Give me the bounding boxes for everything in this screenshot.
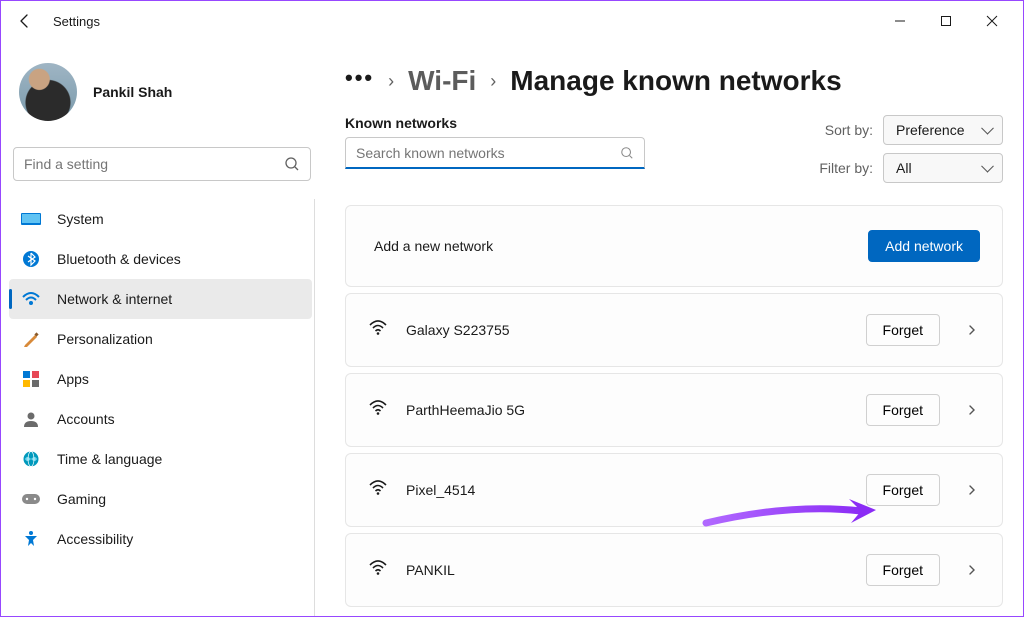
network-list: Add a new network Add network Galaxy S22… [345, 205, 1003, 607]
nav-label: System [57, 211, 104, 227]
network-name: Galaxy S223755 [406, 322, 848, 338]
avatar [19, 63, 77, 121]
sidebar-item-gaming[interactable]: Gaming [9, 479, 312, 519]
forget-button[interactable]: Forget [866, 474, 940, 506]
filter-by-label: Filter by: [819, 160, 873, 176]
settings-search[interactable] [13, 147, 311, 181]
nav-label: Personalization [57, 331, 153, 347]
titlebar: Settings [1, 1, 1023, 41]
nav-label: Apps [57, 371, 89, 387]
minimize-button[interactable] [877, 5, 923, 37]
expand-button[interactable] [964, 322, 980, 338]
sidebar-item-bluetooth[interactable]: Bluetooth & devices [9, 239, 312, 279]
maximize-button[interactable] [923, 5, 969, 37]
wifi-icon [368, 480, 388, 500]
sidebar-item-personalization[interactable]: Personalization [9, 319, 312, 359]
nav-label: Accounts [57, 411, 115, 427]
sidebar-item-time-language[interactable]: Time & language [9, 439, 312, 479]
network-icon [21, 289, 41, 309]
sidebar-item-accounts[interactable]: Accounts [9, 399, 312, 439]
expand-button[interactable] [964, 402, 980, 418]
nav-list: System Bluetooth & devices Network & int… [9, 199, 315, 616]
gaming-icon [21, 489, 41, 509]
add-network-card: Add a new network Add network [345, 205, 1003, 287]
accessibility-icon [21, 529, 41, 549]
content-area: ••• › Wi-Fi › Manage known networks Know… [321, 41, 1023, 616]
network-name: PANKIL [406, 562, 848, 578]
network-row[interactable]: Pixel_4514 Forget [345, 453, 1003, 527]
sidebar-item-apps[interactable]: Apps [9, 359, 312, 399]
wifi-icon [368, 320, 388, 340]
close-button[interactable] [969, 5, 1015, 37]
add-network-title: Add a new network [368, 238, 850, 254]
sort-by-dropdown[interactable]: Preference [883, 115, 1003, 145]
network-row[interactable]: ParthHeemaJio 5G Forget [345, 373, 1003, 447]
forget-button[interactable]: Forget [866, 314, 940, 346]
personalization-icon [21, 329, 41, 349]
chevron-right-icon: › [388, 71, 394, 92]
nav-label: Bluetooth & devices [57, 251, 181, 267]
search-input[interactable] [24, 156, 284, 172]
network-row[interactable]: PANKIL Forget [345, 533, 1003, 607]
accounts-icon [21, 409, 41, 429]
forget-button[interactable]: Forget [866, 554, 940, 586]
network-name: Pixel_4514 [406, 482, 848, 498]
known-networks-search[interactable] [345, 137, 645, 169]
network-row[interactable]: Galaxy S223755 Forget [345, 293, 1003, 367]
user-name: Pankil Shah [93, 84, 172, 100]
breadcrumb-current: Manage known networks [510, 65, 841, 97]
wifi-icon [368, 400, 388, 420]
search-icon [620, 146, 634, 160]
expand-button[interactable] [964, 482, 980, 498]
bluetooth-icon [21, 249, 41, 269]
nav-label: Accessibility [57, 531, 133, 547]
breadcrumb-overflow[interactable]: ••• [345, 65, 374, 97]
sidebar-item-network[interactable]: Network & internet [9, 279, 312, 319]
nav-label: Network & internet [57, 291, 172, 307]
sort-by-label: Sort by: [825, 122, 873, 138]
chevron-right-icon: › [490, 71, 496, 92]
breadcrumb-wifi[interactable]: Wi-Fi [408, 65, 476, 97]
breadcrumb: ••• › Wi-Fi › Manage known networks [345, 65, 1003, 97]
sidebar: Pankil Shah System Bluetooth & devices N… [1, 41, 321, 616]
apps-icon [21, 369, 41, 389]
filter-by-dropdown[interactable]: All [883, 153, 1003, 183]
known-networks-search-input[interactable] [356, 145, 620, 161]
forget-button[interactable]: Forget [866, 394, 940, 426]
nav-label: Time & language [57, 451, 162, 467]
nav-label: Gaming [57, 491, 106, 507]
search-icon [284, 156, 300, 172]
window-title: Settings [53, 14, 100, 29]
system-icon [21, 209, 41, 229]
time-language-icon [21, 449, 41, 469]
wifi-icon [368, 560, 388, 580]
back-button[interactable] [9, 5, 41, 37]
network-name: ParthHeemaJio 5G [406, 402, 848, 418]
add-network-button[interactable]: Add network [868, 230, 980, 262]
sidebar-item-accessibility[interactable]: Accessibility [9, 519, 312, 559]
expand-button[interactable] [964, 562, 980, 578]
user-profile[interactable]: Pankil Shah [9, 49, 315, 141]
known-networks-title: Known networks [345, 115, 645, 131]
sidebar-item-system[interactable]: System [9, 199, 312, 239]
